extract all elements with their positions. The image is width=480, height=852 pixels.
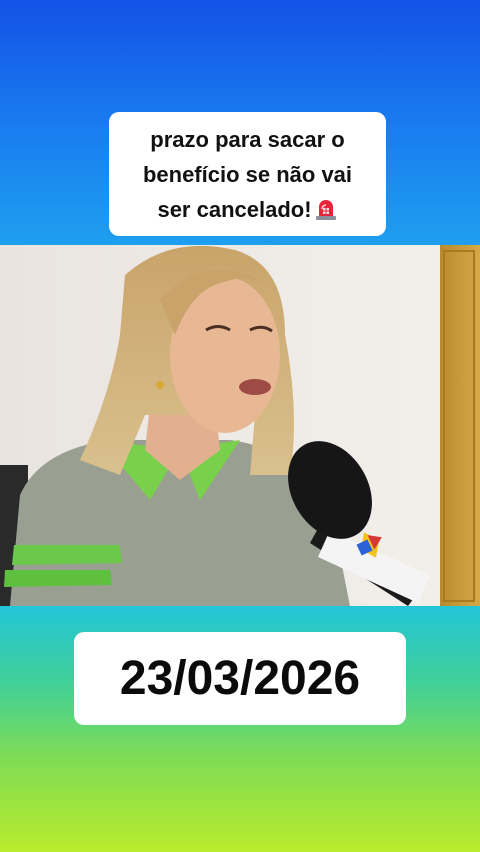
video-frame[interactable] <box>0 245 480 606</box>
caption-line-3-text: ser cancelado! <box>157 196 312 222</box>
date-card: 23/03/2026 <box>74 632 406 725</box>
interview-scene <box>0 245 480 606</box>
date-text: 23/03/2026 <box>119 652 361 705</box>
caption-box: prazo para sacar o benefício se não vai … <box>109 112 386 236</box>
caption-line-3: ser cancelado! <box>157 192 337 227</box>
caption-line-1: prazo para sacar o <box>150 126 345 152</box>
police-siren-icon <box>314 196 338 220</box>
caption-line-2: benefício se não vai <box>142 161 353 187</box>
